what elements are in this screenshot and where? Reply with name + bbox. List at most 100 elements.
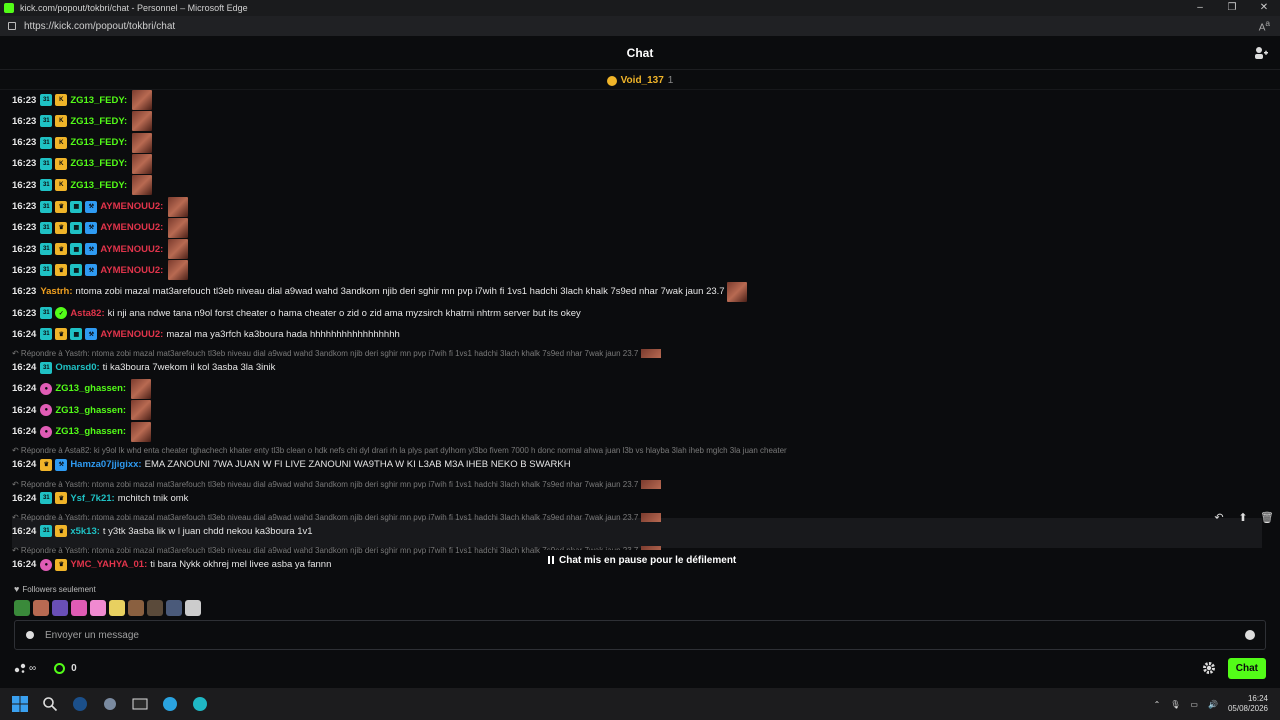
sub-badge-icon[interactable]: 31: [40, 525, 53, 538]
quick-emote[interactable]: [71, 600, 87, 616]
green-badge-icon[interactable]: ✓: [55, 307, 68, 319]
emote-image[interactable]: [131, 400, 152, 421]
crown-badge-icon[interactable]: ♛: [55, 243, 68, 256]
sub-badge-icon[interactable]: 31: [40, 307, 53, 319]
crown-badge-icon[interactable]: ♛: [55, 525, 68, 538]
crown-badge-icon[interactable]: ♛: [55, 200, 68, 213]
sub-badge-icon[interactable]: 31: [40, 328, 53, 341]
k-badge-icon[interactable]: K: [55, 179, 68, 192]
chat-message[interactable]: 16:24 ● ♛ YMC_YAHYA_01: ti bara Nykk okhrej …: [12, 555, 331, 575]
chat-messages[interactable]: 16:23 31 K ZG13_FEDY: 16:23 31 K ZG13_FEDY: 16:2…: [12, 90, 1262, 616]
quick-emote[interactable]: [33, 600, 49, 616]
chat-message[interactable]: 16:24 ● ZG13_ghassen:: [12, 400, 152, 421]
quick-emote[interactable]: [90, 600, 106, 616]
emote-image[interactable]: [168, 260, 189, 281]
message-username[interactable]: Omarsd0:: [55, 362, 99, 373]
chat-message[interactable]: 16:24 ● ZG13_ghassen:: [12, 378, 152, 399]
crown-badge-icon[interactable]: ♛: [55, 264, 68, 277]
quick-emote[interactable]: [52, 600, 68, 616]
message-username[interactable]: AYMENOUU2:: [100, 222, 163, 233]
quick-emote[interactable]: [128, 600, 144, 616]
chevron-up-icon[interactable]: ⌃: [1154, 700, 1161, 709]
hammer-badge-icon[interactable]: ⚒: [85, 200, 98, 213]
message-username[interactable]: ZG13_FEDY:: [70, 95, 127, 106]
message-username[interactable]: AYMENOUU2:: [100, 329, 163, 340]
chat-message[interactable]: 16:24 31 ♛ Ysf_7k21: mchitch tnik omk: [12, 488, 188, 508]
quick-emote[interactable]: [109, 600, 125, 616]
message-username[interactable]: AYMENOUU2:: [100, 265, 163, 276]
hammer-badge-icon[interactable]: ⚒: [85, 221, 98, 234]
chat-message[interactable]: 16:23 31 K ZG13_FEDY:: [12, 90, 153, 110]
emote-image[interactable]: [726, 281, 747, 302]
users-icon[interactable]: [1254, 46, 1268, 60]
settings-app-icon[interactable]: [100, 694, 120, 714]
gift-badge-icon[interactable]: ▦: [70, 243, 83, 256]
sub-badge-icon[interactable]: 31: [40, 157, 53, 170]
emote-image[interactable]: [131, 378, 152, 399]
address-bar[interactable]: https://kick.com/popout/tokbri/chat Aa: [0, 16, 1280, 36]
gift-badge-icon[interactable]: ▦: [70, 221, 83, 234]
k-badge-icon[interactable]: K: [55, 136, 68, 149]
top-gifter-name[interactable]: Void_137: [621, 75, 664, 86]
chat-message[interactable]: 16:23 31 K ZG13_FEDY:: [12, 132, 153, 153]
chat-message[interactable]: 16:24 ♛ ⚒ Hamza07jjigixx: EMA ZANOUNI 7WA JU…: [12, 455, 571, 475]
chat-message[interactable]: 16:23 31 ♛ ▦ ⚒ AYMENOUU2:: [12, 196, 189, 217]
message-username[interactable]: Asta82:: [70, 308, 104, 319]
chat-message[interactable]: 16:23 31 ♛ ▦ ⚒ AYMENOUU2:: [12, 239, 189, 260]
minimize-button[interactable]: –: [1184, 0, 1216, 16]
emote-image[interactable]: [168, 196, 189, 217]
pink-badge-icon[interactable]: ●: [40, 382, 53, 395]
windows-start-icon[interactable]: [10, 694, 30, 714]
emote-image[interactable]: [131, 421, 152, 442]
hammer-badge-icon[interactable]: ⚒: [85, 264, 98, 277]
chat-message[interactable]: 16:23 31 K ZG13_FEDY:: [12, 175, 153, 196]
chat-message[interactable]: 16:23 31 ♛ ▦ ⚒ AYMENOUU2:: [12, 260, 189, 281]
quick-emote[interactable]: [185, 600, 201, 616]
top-gifter-bar[interactable]: Void_137 1: [0, 72, 1280, 90]
message-username[interactable]: ZG13_FEDY:: [70, 180, 127, 191]
message-input-box[interactable]: [14, 620, 1266, 650]
message-username[interactable]: Ysf_7k21:: [70, 493, 114, 504]
sub-badge-icon[interactable]: 31: [40, 179, 53, 192]
chat-message[interactable]: 16:24 31 ♛ ▦ ⚒ AYMENOUU2: mazal ma ya3rfch ka3…: [12, 324, 400, 344]
restore-button[interactable]: ❐: [1216, 0, 1248, 16]
sub-badge-icon[interactable]: 31: [40, 361, 53, 374]
chat-message[interactable]: 16:24 ● ZG13_ghassen:: [12, 421, 152, 442]
settings-gear-icon[interactable]: [1202, 661, 1216, 675]
crown-badge-icon[interactable]: ♛: [40, 458, 53, 471]
message-username[interactable]: ZG13_ghassen:: [55, 383, 126, 394]
pink-badge-icon[interactable]: ●: [40, 404, 53, 417]
chat-message[interactable]: 16:23 31 K ZG13_FEDY:: [12, 153, 153, 174]
emoji-picker-icon[interactable]: [1245, 630, 1255, 640]
message-username[interactable]: Hamza07jjigixx:: [70, 459, 141, 470]
message-username[interactable]: AYMENOUU2:: [100, 201, 163, 212]
quick-emote[interactable]: [166, 600, 182, 616]
read-aloud-icon[interactable]: Aa: [1259, 18, 1270, 33]
crown-badge-icon[interactable]: ♛: [55, 558, 68, 571]
message-username[interactable]: AYMENOUU2:: [100, 244, 163, 255]
sub-badge-icon[interactable]: 31: [40, 200, 53, 213]
chat-message[interactable]: 16:24 31 Omarsd0: ti ka3boura 7wekom il kol…: [12, 358, 275, 378]
emote-image[interactable]: [168, 217, 189, 238]
hammer-badge-icon[interactable]: ⚒: [85, 243, 98, 256]
sub-badge-icon[interactable]: 31: [40, 115, 53, 128]
pink-badge-icon[interactable]: ●: [40, 558, 53, 571]
pink-badge-icon[interactable]: ●: [40, 425, 53, 438]
hammer-badge-icon[interactable]: ⚒: [85, 328, 98, 341]
crown-badge-icon[interactable]: ♛: [55, 492, 68, 505]
message-username[interactable]: ZG13_ghassen:: [55, 426, 126, 437]
chat-message[interactable]: 16:23 31 ✓ Asta82: ki nji ana ndwe tana n9ol…: [12, 303, 581, 323]
sub-badge-icon[interactable]: 31: [40, 243, 53, 256]
gift-badge-icon[interactable]: ▦: [70, 264, 83, 277]
delete-icon[interactable]: 🗑: [1258, 508, 1276, 526]
gift-badge-icon[interactable]: ▦: [70, 200, 83, 213]
hammer-badge-icon[interactable]: ⚒: [55, 458, 68, 471]
close-button[interactable]: ✕: [1248, 0, 1280, 16]
chat-paused-indicator[interactable]: Chat mis en pause pour le défilement: [540, 550, 745, 570]
send-chat-button[interactable]: Chat: [1227, 657, 1266, 679]
network-icon[interactable]: ▭: [1190, 700, 1198, 709]
channel-points[interactable]: 0: [54, 662, 77, 674]
message-username[interactable]: x5k13:: [70, 526, 100, 537]
edge-icon[interactable]: [190, 694, 210, 714]
chat-message[interactable]: 16:23 Yastrh: ntoma zobi mazal mat3arefouc…: [12, 281, 747, 302]
